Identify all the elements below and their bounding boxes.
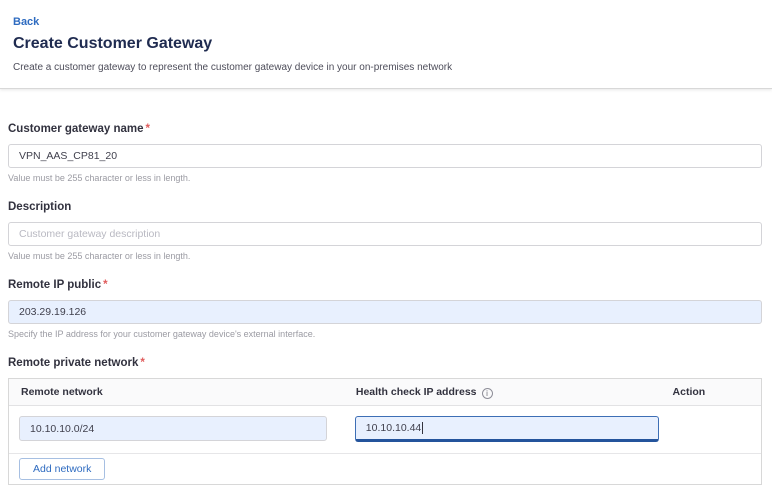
description-helper-text: Value must be 255 character or less in l… xyxy=(8,251,762,261)
column-header-text: Health check IP address xyxy=(356,386,477,398)
label-text: Remote private network xyxy=(8,357,138,369)
table-row: 10.10.10.44 xyxy=(9,406,761,454)
health-check-cell: 10.10.10.44 xyxy=(355,416,673,442)
info-icon[interactable]: i xyxy=(482,388,493,399)
page-header: Back Create Customer Gateway Create a cu… xyxy=(0,0,772,89)
remote-network-cell xyxy=(19,416,355,441)
customer-gateway-name-group: Customer gateway name* Value must be 255… xyxy=(8,123,762,183)
label-text: Remote IP public xyxy=(8,279,101,291)
remote-network-input[interactable] xyxy=(19,416,327,441)
table-footer: Add network xyxy=(9,454,761,484)
label-text: Description xyxy=(8,201,71,213)
column-header-health-check: Health check IP address i xyxy=(356,386,673,399)
remote-ip-helper-text: Specify the IP address for your customer… xyxy=(8,329,762,339)
add-network-button[interactable]: Add network xyxy=(19,458,105,480)
customer-gateway-name-label: Customer gateway name* xyxy=(8,123,762,135)
column-header-action: Action xyxy=(673,386,749,398)
remote-private-network-label: Remote private network* xyxy=(8,357,762,369)
remote-network-table: Remote network Health check IP addressi … xyxy=(8,378,762,485)
required-marker: * xyxy=(146,123,150,135)
page-subtitle: Create a customer gateway to represent t… xyxy=(13,62,759,74)
label-text: Customer gateway name xyxy=(8,123,144,135)
text-cursor xyxy=(422,422,423,434)
remote-private-network-section: Remote private network* Remote network H… xyxy=(8,357,762,485)
remote-ip-public-group: Remote IP public* Specify the IP address… xyxy=(8,279,762,339)
column-header-remote-network: Remote network xyxy=(21,386,356,398)
page-title: Create Customer Gateway xyxy=(13,34,759,53)
description-group: Description Value must be 255 character … xyxy=(8,201,762,261)
remote-ip-public-input[interactable] xyxy=(8,300,762,324)
back-link[interactable]: Back xyxy=(13,16,39,29)
required-marker: * xyxy=(103,279,107,291)
form-area: Customer gateway name* Value must be 255… xyxy=(0,89,772,485)
table-header-row: Remote network Health check IP addressi … xyxy=(9,379,761,406)
name-helper-text: Value must be 255 character or less in l… xyxy=(8,173,762,183)
health-check-ip-value: 10.10.10.44 xyxy=(366,422,421,434)
description-label: Description xyxy=(8,201,762,213)
customer-gateway-name-input[interactable] xyxy=(8,144,762,168)
required-marker: * xyxy=(140,357,144,369)
health-check-ip-input[interactable]: 10.10.10.44 xyxy=(355,416,659,442)
remote-ip-public-label: Remote IP public* xyxy=(8,279,762,291)
description-input[interactable] xyxy=(8,222,762,246)
